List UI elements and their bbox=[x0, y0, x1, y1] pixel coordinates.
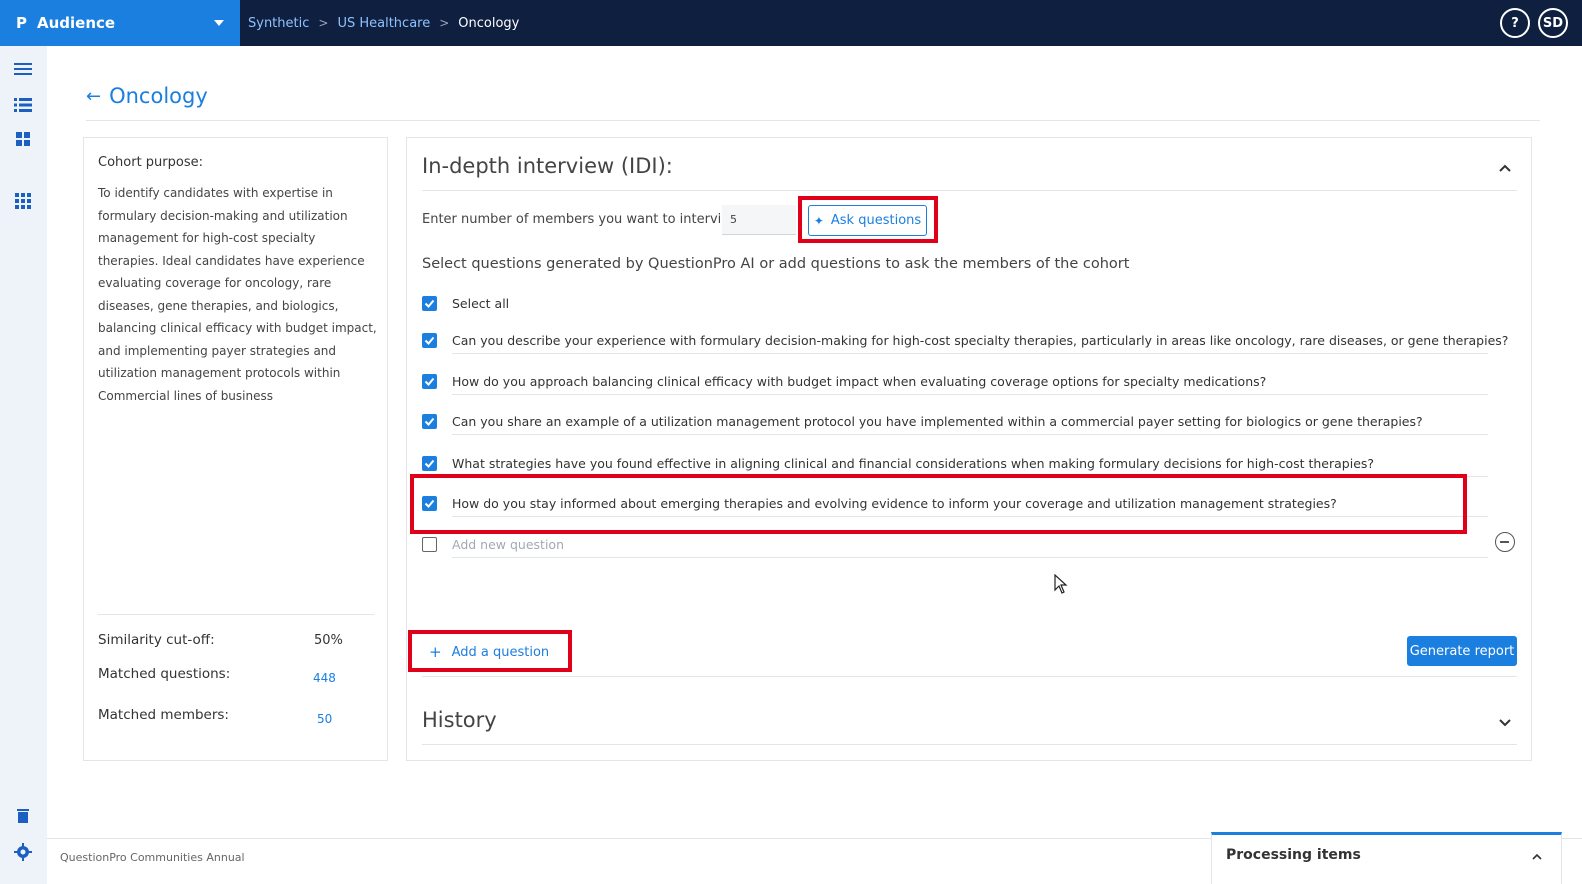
check-icon bbox=[424, 459, 435, 468]
chevron-up-icon[interactable] bbox=[1531, 851, 1543, 863]
select-all-label: Select all bbox=[452, 296, 510, 311]
select-all-checkbox[interactable] bbox=[422, 296, 437, 311]
select-all-row: Select all bbox=[422, 290, 1488, 318]
question-text[interactable]: Can you share an example of a utilizatio… bbox=[452, 414, 1423, 429]
chevron-down-icon bbox=[214, 20, 224, 26]
app-logo: P bbox=[16, 14, 27, 32]
gear-icon[interactable] bbox=[14, 843, 32, 861]
page-header: ← Oncology bbox=[86, 84, 208, 108]
matched-members-label: Matched members: bbox=[98, 707, 229, 723]
matched-questions-label: Matched questions: bbox=[98, 666, 231, 682]
chevron-right-icon: > bbox=[318, 16, 329, 30]
divider bbox=[422, 676, 1517, 677]
check-icon bbox=[424, 499, 435, 508]
divider bbox=[452, 434, 1488, 435]
new-question-row: Add new question bbox=[422, 531, 1488, 559]
left-rail bbox=[0, 46, 47, 884]
question-checkbox[interactable] bbox=[422, 414, 437, 429]
divider bbox=[422, 190, 1517, 191]
question-checkbox[interactable] bbox=[422, 374, 437, 389]
breadcrumb-us-healthcare[interactable]: US Healthcare bbox=[337, 16, 430, 31]
back-arrow-icon[interactable]: ← bbox=[86, 86, 101, 107]
history-title[interactable]: History bbox=[422, 708, 497, 732]
question-row: Can you describe your experience with fo… bbox=[422, 327, 1508, 355]
breadcrumb: Synthetic > US Healthcare > Oncology bbox=[248, 0, 519, 46]
divider bbox=[452, 476, 1488, 477]
question-row: Can you share an example of a utilizatio… bbox=[422, 408, 1488, 436]
divider bbox=[422, 744, 1517, 745]
similarity-label: Similarity cut-off: bbox=[98, 632, 215, 648]
question-text[interactable]: How do you approach balancing clinical e… bbox=[452, 374, 1266, 389]
divider bbox=[86, 120, 1540, 121]
user-avatar[interactable]: SD bbox=[1538, 8, 1568, 38]
check-icon bbox=[424, 336, 435, 345]
chevron-down-icon[interactable] bbox=[1497, 714, 1513, 730]
question-row: How do you stay informed about emerging … bbox=[422, 490, 1488, 518]
chevron-right-icon: > bbox=[439, 16, 450, 30]
question-checkbox[interactable] bbox=[422, 456, 437, 471]
members-count-input[interactable] bbox=[722, 205, 796, 235]
processing-items-panel[interactable]: Processing items bbox=[1211, 832, 1562, 884]
breadcrumb-oncology: Oncology bbox=[458, 15, 520, 31]
app-name: Audience bbox=[37, 14, 116, 32]
divider bbox=[452, 516, 1488, 517]
new-question-checkbox[interactable] bbox=[422, 537, 437, 552]
cohort-card: Cohort purpose: To identify candidates w… bbox=[83, 137, 388, 761]
divider bbox=[98, 614, 374, 615]
top-bar: P Audience Synthetic > US Healthcare > O… bbox=[0, 0, 1582, 46]
remove-question-icon[interactable] bbox=[1495, 532, 1515, 552]
app-switcher[interactable]: P Audience bbox=[0, 0, 240, 46]
chevron-up-icon[interactable] bbox=[1497, 160, 1513, 176]
question-checkbox[interactable] bbox=[422, 496, 437, 511]
add-question-label: Add a question bbox=[451, 644, 550, 660]
similarity-value: 50% bbox=[314, 633, 343, 648]
add-question-button[interactable]: + Add a question bbox=[429, 642, 549, 662]
question-row: How do you approach balancing clinical e… bbox=[422, 368, 1488, 396]
question-text[interactable]: What strategies have you found effective… bbox=[452, 456, 1374, 471]
matched-members-link[interactable]: 50 bbox=[317, 712, 332, 726]
menu-icon[interactable] bbox=[14, 60, 32, 78]
sparkle-icon: ✦ bbox=[813, 213, 824, 228]
page-title: Oncology bbox=[109, 84, 208, 108]
question-row: What strategies have you found effective… bbox=[422, 450, 1488, 478]
processing-items-title: Processing items bbox=[1226, 847, 1361, 863]
select-questions-hint: Select questions generated by QuestionPr… bbox=[422, 256, 1130, 272]
idi-title: In-depth interview (IDI): bbox=[422, 154, 673, 178]
trash-icon[interactable] bbox=[14, 807, 32, 825]
question-text[interactable]: Can you describe your experience with fo… bbox=[452, 333, 1508, 348]
breadcrumb-synthetic[interactable]: Synthetic bbox=[248, 16, 309, 31]
question-text[interactable]: How do you stay informed about emerging … bbox=[452, 496, 1337, 511]
divider bbox=[452, 557, 1488, 558]
check-icon bbox=[424, 299, 435, 308]
check-icon bbox=[424, 377, 435, 386]
cohort-purpose-label: Cohort purpose: bbox=[98, 155, 203, 170]
ask-questions-button[interactable]: ✦ Ask questions bbox=[808, 205, 927, 236]
apps-grid-icon[interactable] bbox=[14, 192, 32, 210]
divider bbox=[452, 353, 1488, 354]
question-checkbox[interactable] bbox=[422, 333, 437, 348]
check-icon bbox=[424, 417, 435, 426]
generate-report-button[interactable]: Generate report bbox=[1407, 636, 1517, 666]
ask-questions-label: Ask questions bbox=[830, 213, 922, 228]
plus-icon: + bbox=[429, 643, 442, 661]
footer-text: QuestionPro Communities Annual bbox=[60, 851, 245, 864]
dashboard-icon[interactable] bbox=[14, 130, 32, 148]
help-button[interactable]: ? bbox=[1500, 8, 1530, 38]
matched-questions-link[interactable]: 448 bbox=[313, 671, 336, 685]
idi-card: In-depth interview (IDI): Enter number o… bbox=[406, 137, 1532, 761]
mouse-cursor-icon bbox=[1054, 574, 1068, 594]
members-count-label: Enter number of members you want to inte… bbox=[422, 212, 744, 227]
list-icon[interactable] bbox=[14, 96, 32, 114]
new-question-input[interactable]: Add new question bbox=[452, 537, 564, 552]
cohort-purpose-text: To identify candidates with expertise in… bbox=[98, 186, 377, 403]
divider bbox=[452, 394, 1488, 395]
